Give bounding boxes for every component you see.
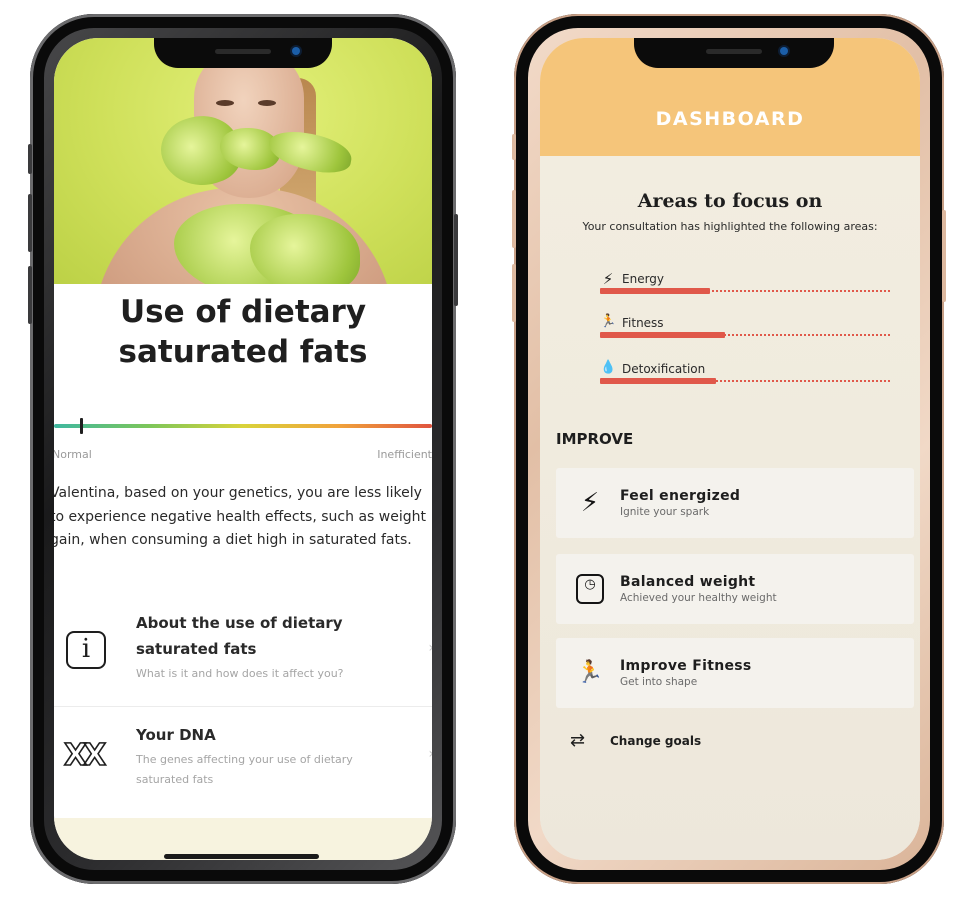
power-button bbox=[942, 210, 946, 302]
goal-card-improve-fitness[interactable]: 🏃 Improve Fitness Get into shape bbox=[556, 638, 914, 708]
right-screen: DASHBOARD Areas to focus on Your consult… bbox=[540, 38, 920, 860]
focus-heading: Areas to focus on bbox=[637, 190, 823, 212]
focus-area-label: Fitness bbox=[622, 316, 664, 330]
lightning-icon: ⚡ bbox=[580, 488, 600, 518]
goal-card-feel-energized[interactable]: ⚡ Feel energized Ignite your spark bbox=[556, 468, 914, 538]
page-title: Use of dietary saturated fats bbox=[118, 294, 368, 370]
home-indicator[interactable] bbox=[164, 854, 319, 859]
info-icon: i bbox=[66, 631, 106, 669]
goal-title: Balanced weight bbox=[620, 574, 756, 590]
focus-area-energy[interactable]: ⚡ Energy bbox=[600, 270, 890, 300]
hero-photo bbox=[54, 38, 432, 284]
focus-area-label: Detoxification bbox=[622, 362, 706, 376]
scale-label-normal: Normal bbox=[54, 448, 92, 461]
left-screen: Use of dietary saturated fats Normal Ine… bbox=[54, 38, 432, 860]
change-goals-label: Change goals bbox=[610, 734, 702, 748]
chevron-right-icon: › bbox=[428, 640, 432, 656]
focus-subtitle: Your consultation has highlighted the fo… bbox=[582, 220, 878, 233]
lightning-icon: ⚡ bbox=[602, 270, 614, 288]
eye bbox=[258, 100, 276, 106]
phone-right: DASHBOARD Areas to focus on Your consult… bbox=[512, 14, 946, 884]
result-description: Valentina, based on your genetics, you a… bbox=[54, 485, 426, 548]
volume-down-button bbox=[28, 266, 32, 324]
phone-left: Use of dietary saturated fats Normal Ine… bbox=[28, 14, 458, 884]
goal-title: Improve Fitness bbox=[620, 658, 752, 674]
front-camera bbox=[292, 47, 300, 55]
goal-subtitle: Get into shape bbox=[620, 676, 698, 688]
row-subtitle: The genes affecting your use of dietary … bbox=[136, 753, 353, 786]
scale-marker bbox=[80, 418, 84, 434]
volume-down-button bbox=[512, 264, 516, 322]
focus-area-bar bbox=[600, 288, 711, 294]
front-camera bbox=[780, 47, 788, 55]
improve-section-title: IMPROVE bbox=[556, 430, 634, 448]
row-title: About the use of dietary saturated fats bbox=[136, 614, 343, 658]
goal-card-balanced-weight[interactable]: ◷ Balanced weight Achieved your healthy … bbox=[556, 554, 914, 624]
row-subtitle: What is it and how does it affect you? bbox=[136, 667, 344, 680]
divider bbox=[54, 706, 432, 707]
droplet-icon: 💧 bbox=[600, 360, 617, 375]
volume-up-button bbox=[512, 190, 516, 248]
eye bbox=[216, 100, 234, 106]
chevron-right-icon: › bbox=[428, 746, 432, 762]
dna-chromosome-icon: XX bbox=[63, 737, 107, 774]
focus-area-bar bbox=[600, 332, 725, 338]
mute-switch bbox=[28, 144, 32, 174]
notch bbox=[634, 38, 834, 68]
focus-area-bar bbox=[600, 378, 716, 384]
running-icon: 🏃 bbox=[576, 660, 604, 685]
goal-title: Feel energized bbox=[620, 488, 741, 504]
goal-subtitle: Achieved your healthy weight bbox=[620, 592, 777, 604]
scale-icon: ◷ bbox=[576, 574, 604, 604]
speaker bbox=[215, 49, 271, 54]
power-button bbox=[454, 214, 458, 306]
swap-arrows-icon: ⇄ bbox=[570, 730, 586, 751]
dashboard-title: DASHBOARD bbox=[655, 108, 805, 130]
speaker bbox=[706, 49, 762, 54]
mute-switch bbox=[512, 134, 516, 160]
notch bbox=[154, 38, 332, 68]
change-goals-button[interactable]: ⇄ Change goals bbox=[570, 730, 770, 754]
focus-area-fitness[interactable]: 🏃 Fitness bbox=[600, 314, 890, 344]
running-icon: 🏃 bbox=[600, 314, 617, 329]
volume-up-button bbox=[28, 194, 32, 252]
scale-label-inefficient: Inefficient bbox=[377, 448, 432, 461]
sensitivity-scale-bar bbox=[54, 424, 432, 428]
goal-subtitle: Ignite your spark bbox=[620, 506, 710, 518]
focus-area-label: Energy bbox=[622, 272, 665, 286]
row-title: Your DNA bbox=[136, 726, 216, 744]
focus-area-detoxification[interactable]: 💧 Detoxification bbox=[600, 360, 890, 390]
